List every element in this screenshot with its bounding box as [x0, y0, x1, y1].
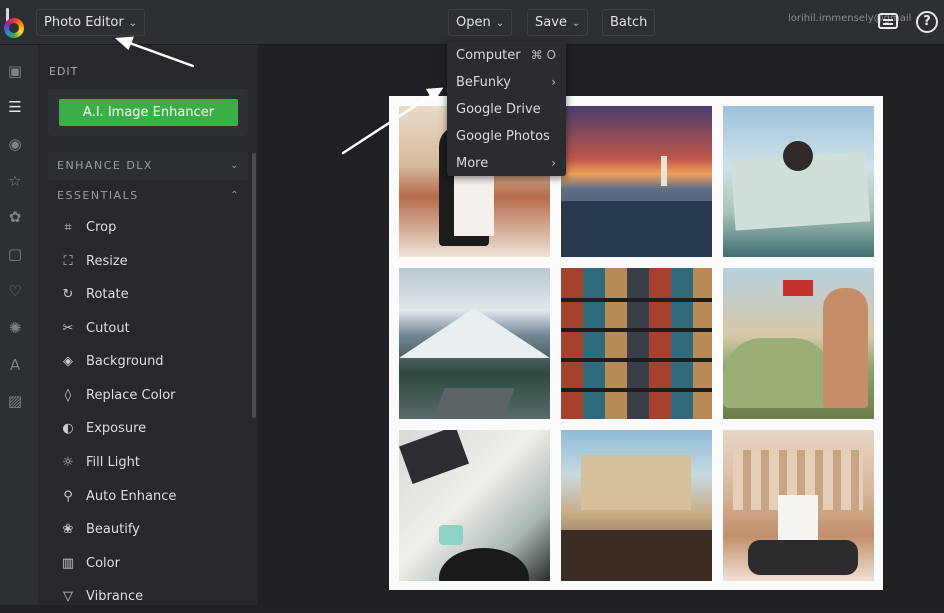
tool-resize[interactable]: ⛶ Resize [48, 245, 248, 278]
crop-icon: ⌗ [64, 220, 72, 235]
photo-mountain-road[interactable] [399, 268, 550, 419]
chat-icon[interactable] [878, 13, 898, 29]
open-menu-item-befunky[interactable]: BeFunky › [447, 69, 566, 96]
effects-icon[interactable]: ✿ [6, 208, 24, 226]
open-menu-item-google-drive[interactable]: Google Drive [447, 96, 566, 123]
tool-crop[interactable]: ⌗ Crop [48, 211, 248, 244]
scissors-icon: ✂ [62, 321, 74, 336]
sliders-icon[interactable]: ☰ [6, 98, 24, 116]
drop-icon: ◊ [64, 388, 72, 403]
chevron-down-icon: ⌄ [571, 18, 581, 29]
photo-lighthouse-sunset[interactable] [561, 106, 712, 257]
chevron-right-icon: › [551, 75, 556, 89]
save-button[interactable]: Save ⌄ [527, 9, 589, 36]
save-label: Save [535, 15, 567, 30]
open-menu: Computer ⌘ O BeFunky › Google Drive Goog… [447, 41, 566, 176]
batch-label: Batch [610, 15, 648, 30]
tool-label: Color [86, 556, 120, 571]
chevron-down-icon: ⌄ [128, 18, 138, 29]
tool-label: Background [86, 354, 164, 369]
ai-image-enhancer-button[interactable]: A.I. Image Enhancer [59, 99, 238, 126]
befunky-logo-icon[interactable] [4, 8, 26, 38]
tool-label: Auto Enhance [86, 489, 177, 504]
menu-item-label: More [456, 156, 489, 171]
edit-heading: EDIT [49, 65, 79, 78]
menu-item-label: Computer [456, 48, 521, 63]
tool-cutout[interactable]: ✂ Cutout [48, 312, 248, 345]
eye-icon[interactable]: ◉ [6, 135, 24, 153]
chevron-right-icon: › [551, 156, 556, 170]
tool-label: Replace Color [86, 388, 176, 403]
tool-replace-color[interactable]: ◊ Replace Color [48, 379, 248, 412]
account-email[interactable]: lorihil.immensely@gmail [788, 13, 928, 24]
chevron-down-icon: ⌄ [495, 18, 505, 29]
tool-label: Cutout [86, 321, 130, 336]
tool-auto-enhance[interactable]: ⚲ Auto Enhance [48, 480, 248, 513]
chevron-down-icon: ⌄ [230, 160, 240, 171]
open-menu-item-more[interactable]: More › [447, 150, 566, 177]
tool-beautify[interactable]: ❀ Beautify [48, 513, 248, 546]
text-icon[interactable]: A [6, 356, 24, 374]
ai-enhancer-box: A.I. Image Enhancer [48, 89, 248, 136]
open-menu-item-computer[interactable]: Computer ⌘ O [447, 42, 566, 69]
photo-car-woman[interactable] [723, 268, 874, 419]
photo-acropolis-man[interactable] [723, 430, 874, 581]
tool-color[interactable]: ▥ Color [48, 547, 248, 580]
tool-label: Exposure [86, 421, 147, 436]
enhance-dlx-section[interactable]: ENHANCE DLX ⌄ [48, 152, 248, 180]
background-icon: ◈ [63, 354, 73, 369]
top-bar: Photo Editor ⌄ Open ⌄ Save ⌄ Batch lorihil.… [0, 0, 944, 45]
rotate-icon: ↻ [62, 287, 74, 302]
photo-travel-desk[interactable] [399, 430, 550, 581]
essentials-section[interactable]: ESSENTIALS ⌃ [48, 182, 248, 210]
tool-fill-light[interactable]: ☼ Fill Light [48, 446, 248, 479]
exposure-icon: ◐ [62, 421, 74, 436]
tool-background[interactable]: ◈ Background [48, 345, 248, 378]
menu-item-label: Google Drive [456, 102, 541, 117]
tool-label: Rotate [86, 287, 129, 302]
edit-panel: EDIT A.I. Image Enhancer ENHANCE DLX ⌄ E… [38, 45, 258, 605]
badge-icon[interactable]: ✺ [6, 319, 24, 337]
tool-rail: ▣ ☰ ◉ ☆ ✿ ▢ ♡ ✺ A ▨ [0, 45, 38, 605]
open-button[interactable]: Open ⌄ [448, 9, 513, 36]
flower-icon: ❀ [62, 522, 74, 537]
tool-label: Fill Light [86, 455, 140, 470]
batch-button[interactable]: Batch [602, 9, 656, 36]
tool-label: Vibrance [86, 589, 144, 604]
tool-label: Resize [86, 254, 128, 269]
panel-scrollbar[interactable] [252, 153, 256, 418]
enhance-dlx-label: ENHANCE DLX [57, 159, 153, 172]
canvas-area [258, 45, 944, 605]
sun-icon: ☼ [62, 455, 74, 470]
shortcut-label: ⌘ O [530, 48, 556, 62]
help-icon[interactable]: ? [916, 11, 938, 33]
texture-icon[interactable]: ▨ [6, 392, 24, 410]
tool-label: Crop [86, 220, 117, 235]
photo-suitcases[interactable] [561, 268, 712, 419]
tool-exposure[interactable]: ◐ Exposure [48, 412, 248, 445]
star-icon[interactable]: ☆ [6, 172, 24, 190]
menu-item-label: Google Photos [456, 129, 550, 144]
tool-rotate[interactable]: ↻ Rotate [48, 278, 248, 311]
chevron-up-icon: ⌃ [230, 190, 240, 201]
menu-item-label: BeFunky [456, 75, 511, 90]
photo-havana-car[interactable] [561, 430, 712, 581]
wand-icon: ⚲ [63, 489, 73, 504]
tool-vibrance[interactable]: ▽ Vibrance [48, 580, 248, 613]
essentials-label: ESSENTIALS [57, 189, 139, 202]
app-menu-button[interactable]: Photo Editor ⌄ [36, 9, 146, 36]
resize-icon: ⛶ [63, 254, 73, 269]
app-menu-label: Photo Editor [44, 15, 124, 30]
tool-label: Beautify [86, 522, 140, 537]
frame-icon[interactable]: ▢ [6, 245, 24, 263]
heart-icon[interactable]: ♡ [6, 282, 24, 300]
open-label: Open [456, 15, 491, 30]
open-menu-item-google-photos[interactable]: Google Photos [447, 123, 566, 150]
color-icon: ▥ [61, 556, 75, 571]
photo-woman-map[interactable] [723, 106, 874, 257]
vibrance-icon: ▽ [63, 589, 73, 604]
image-icon[interactable]: ▣ [6, 62, 24, 80]
